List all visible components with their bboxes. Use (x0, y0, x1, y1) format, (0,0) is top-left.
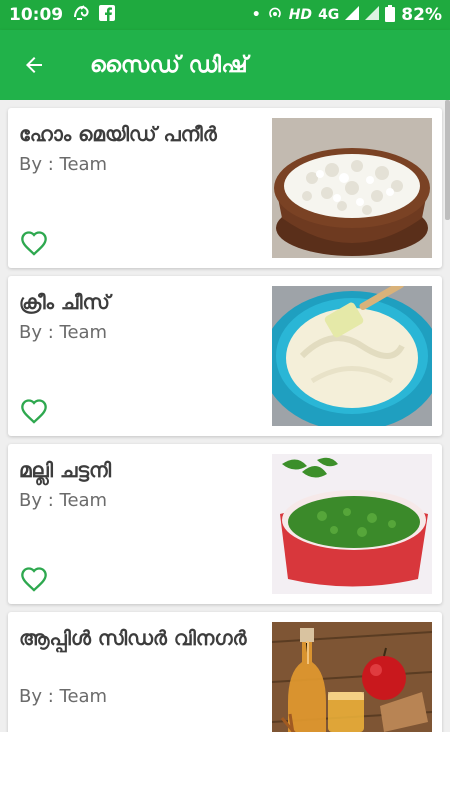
bottom-area (0, 732, 450, 800)
heart-icon[interactable] (20, 398, 48, 424)
recipe-author: By : Team (19, 686, 108, 707)
signal-icon (365, 6, 380, 24)
recipe-title: ക്രീം ചീസ് (19, 290, 110, 314)
recipe-card[interactable]: ആപ്പിൾ സിഡർ വിനഗർ By : Team (8, 612, 442, 732)
recipe-list[interactable]: ഹോം മെയിഡ് പനീർ By : Team ക്രീം ചീസ് By … (0, 100, 450, 732)
recipe-image[interactable] (272, 454, 432, 594)
signal-icon (345, 6, 360, 24)
network-label: HD (288, 7, 313, 23)
recipe-image[interactable] (272, 118, 432, 258)
recipe-card[interactable]: ക്രീം ചീസ് By : Team (8, 276, 442, 436)
recipe-author: By : Team (19, 154, 108, 175)
recipe-title: ആപ്പിൾ സിഡർ വിനഗർ (19, 626, 247, 650)
dot-icon: • (251, 7, 261, 23)
facebook-icon (99, 4, 116, 26)
back-button[interactable] (14, 45, 54, 85)
recipe-title: മല്ലി ചട്ടനി (19, 458, 112, 482)
app-bar: സൈഡ് ഡിഷ് (0, 30, 450, 100)
recipe-author: By : Team (19, 322, 108, 343)
recipe-image[interactable] (272, 286, 432, 426)
heart-icon[interactable] (20, 230, 48, 256)
scrollbar[interactable] (445, 100, 450, 220)
signal-type: 4G (318, 7, 340, 23)
recipe-card[interactable]: ഹോം മെയിഡ് പനീർ By : Team (8, 108, 442, 268)
arrow-back-icon (26, 57, 42, 73)
recipe-image[interactable] (272, 622, 432, 732)
page-title: സൈഡ് ഡിഷ് (90, 52, 249, 78)
recipe-author: By : Team (19, 490, 108, 511)
hotspot-icon (267, 5, 283, 25)
notification-icon (73, 4, 91, 26)
recipe-card[interactable]: മല്ലി ചട്ടനി By : Team (8, 444, 442, 604)
status-time: 10:09 (9, 5, 64, 25)
status-bar: 10:09 • HD 4G 82% (0, 0, 450, 30)
battery-level: 82% (401, 5, 442, 25)
heart-icon[interactable] (20, 566, 48, 592)
battery-icon (385, 4, 396, 26)
recipe-title: ഹോം മെയിഡ് പനീർ (19, 122, 217, 146)
